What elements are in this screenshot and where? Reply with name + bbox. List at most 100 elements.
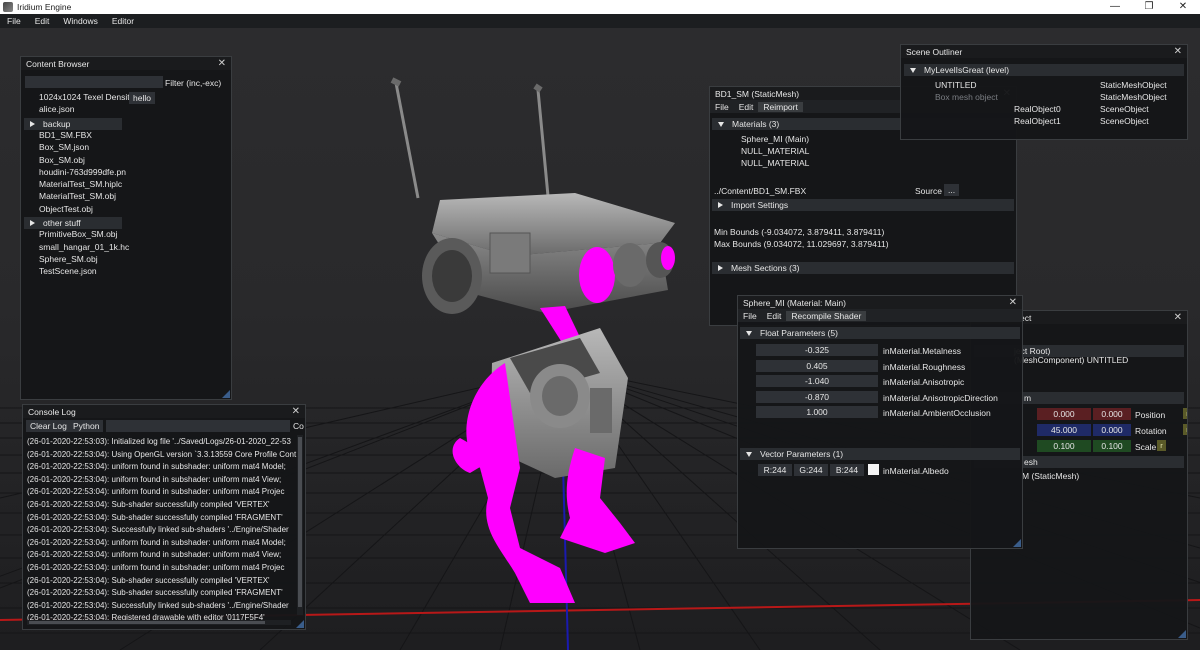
console-scrollbar-v[interactable] [297,435,303,615]
content-file-item[interactable]: BD1_SM.FBX [39,130,92,140]
expand-arrow-icon [30,120,35,127]
content-file-item[interactable]: MaterialTest_SM.obj [39,191,116,201]
outliner-item-type: StaticMeshObject [1100,92,1167,102]
console-tab-cut[interactable]: Co [293,421,304,431]
expand-arrow-icon [718,202,723,208]
scale-y-field[interactable]: 0.100 [1093,440,1131,452]
float-param-value[interactable]: -0.870 [756,390,878,403]
mesh-menu-file[interactable]: File [710,102,734,112]
content-file-item[interactable]: TestScene.json [39,266,97,276]
min-bounds: Min Bounds (-9.034072, 3.879411, 3.87941… [714,227,885,237]
import-settings-header[interactable]: Import Settings [712,199,1014,211]
material-menu-file[interactable]: File [738,311,762,321]
menu-windows[interactable]: Windows [56,16,104,26]
source-path: ../Content/BD1_SM.FBX [714,186,807,196]
menu-edit[interactable]: Edit [28,16,57,26]
content-filter-input[interactable] [25,76,163,88]
content-file-item[interactable]: Box_SM.json [39,142,89,152]
material-slot-2[interactable]: NULL_MATERIAL [741,158,809,168]
mesh-component-node[interactable]: (MeshComponent) UNTITLED [1014,355,1128,365]
content-file-item[interactable]: Sphere_SM.obj [39,254,98,264]
albedo-g-field[interactable]: G:244 [794,464,828,476]
source-browse-button[interactable]: ... [944,184,960,196]
content-file-item[interactable]: PrimitiveBox_SM.obj [39,229,117,239]
console-line: (26-01-2020-22:53:04): uniform found in … [27,462,286,472]
float-param-name: inMaterial.Metalness [883,346,961,356]
rotation-reset-button[interactable]: r [1183,424,1187,435]
albedo-r-field[interactable]: R:244 [758,464,792,476]
source-label: Source [915,186,942,196]
outliner-item-type: SceneObject [1100,116,1149,126]
menu-editor[interactable]: Editor [105,16,141,26]
vector-params-header[interactable]: Vector Parameters (1) [740,448,1020,460]
material-editor-close-icon[interactable]: ✕ [1009,297,1017,308]
content-folder[interactable]: backup [24,117,122,130]
albedo-b-field[interactable]: B:244 [830,464,864,476]
albedo-color-swatch[interactable] [868,464,879,475]
minimize-button[interactable]: — [1098,0,1132,14]
position-y-field[interactable]: 0.000 [1093,408,1131,420]
details-close-icon[interactable]: ✕ [1174,312,1182,323]
content-file-item[interactable]: Box_SM.obj [39,155,85,165]
collapse-arrow-icon [718,121,724,127]
float-param-value[interactable]: 1.000 [756,406,878,418]
position-x-field[interactable]: 0.000 [1037,408,1091,420]
content-file-item[interactable]: 1024x1024 Texel Densit [39,92,130,102]
menu-file[interactable]: File [0,16,28,26]
material-menu-edit[interactable]: Edit [762,311,787,321]
close-window-button[interactable]: ✕ [1166,0,1200,14]
outliner-item-name[interactable]: RealObject0 [1014,104,1061,114]
content-file-item[interactable]: MaterialTest_SM.hiplc [39,179,122,189]
console-line: (26-01-2020-22:53:04): Sub-shader succes… [27,588,283,598]
console-command-input[interactable] [106,420,290,432]
rotation-y-field[interactable]: 0.000 [1093,424,1131,436]
os-titlebar: Iridium Engine — ❐ ✕ [0,0,1200,14]
scale-x-field[interactable]: 0.100 [1037,440,1091,452]
mesh-sections-header[interactable]: Mesh Sections (3) [712,262,1014,274]
position-reset-button[interactable]: r [1183,408,1187,419]
float-param-value[interactable]: -0.325 [756,344,878,356]
content-file-item[interactable]: small_hangar_01_1k.hc [39,242,129,252]
recompile-shader-button[interactable]: Recompile Shader [786,310,867,321]
float-param-value[interactable]: 0.405 [756,359,878,372]
app-icon [3,2,13,12]
material-slot-0[interactable]: Sphere_MI (Main) [741,134,809,144]
console-line: (26-01-2020-22:53:04): Successfully link… [27,525,289,535]
console-line: (26-01-2020-22:53:04): uniform found in … [27,474,282,484]
console-log-close-icon[interactable]: ✕ [292,406,300,417]
python-button[interactable]: Python [69,420,104,432]
mesh-menu-reimport[interactable]: Reimport [758,101,803,112]
content-file-item[interactable]: ObjectTest.obj [39,204,93,214]
float-params-header[interactable]: Float Parameters (5) [740,327,1020,339]
content-browser-close-icon[interactable]: ✕ [218,58,226,69]
float-param-value[interactable]: -1.040 [756,375,878,387]
console-line: (26-01-2020-22:53:04): Sub-shader succes… [27,575,270,585]
outliner-item-name[interactable]: UNTITLED [935,80,977,90]
mesh-asset-value[interactable]: M (StaticMesh) [1022,471,1079,481]
rotation-x-field[interactable]: 45.000 [1037,424,1091,436]
console-scrollbar-h[interactable] [27,620,291,625]
maximize-button[interactable]: ❐ [1132,0,1166,14]
content-file-item[interactable]: houdini-763d999dfe.pn [39,167,126,177]
level-node[interactable]: MyLevelIsGreat (level) [904,64,1184,76]
hello-button[interactable]: hello [129,92,155,104]
console-log-panel: Console Log ✕ Clear Log Python Co (26-01… [22,404,306,630]
outliner-item-name[interactable]: Box mesh object [935,92,998,102]
clear-log-button[interactable]: Clear Log [26,420,71,432]
console-resize-grip[interactable] [296,620,304,628]
mesh-menu-edit[interactable]: Edit [734,102,759,112]
scene-outliner-title: Scene Outliner [906,46,963,57]
float-param-name: inMaterial.Roughness [883,361,966,372]
window-controls: — ❐ ✕ [1098,0,1200,14]
details-resize-grip[interactable] [1178,630,1186,638]
scene-outliner-close-icon[interactable]: ✕ [1174,46,1182,57]
console-line: (26-01-2020-22:53:03): Initialized log f… [27,437,291,446]
outliner-item-name[interactable]: RealObject1 [1014,116,1061,126]
scale-reset-button[interactable]: r [1157,440,1166,451]
material-slot-1[interactable]: NULL_MATERIAL [741,146,809,156]
scene-outliner-panel: Scene Outliner ✕ MyLevelIsGreat (level) … [900,44,1188,140]
content-browser-resize-grip[interactable] [222,390,230,398]
content-file-item[interactable]: alice.json [39,104,74,114]
content-folder[interactable]: other stuff [24,217,122,229]
material-editor-resize-grip[interactable] [1013,539,1021,547]
